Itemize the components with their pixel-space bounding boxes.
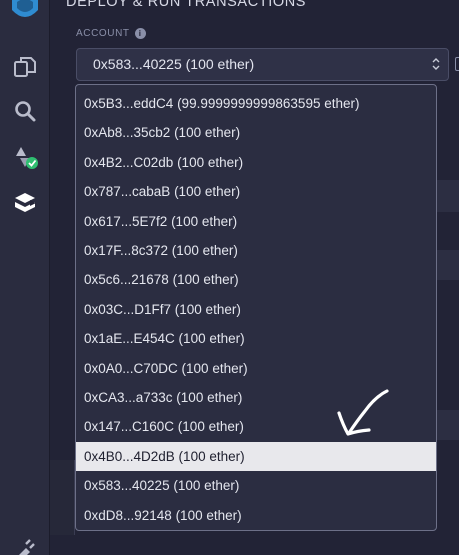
copy-account-icon[interactable] — [455, 57, 459, 71]
background-block — [436, 180, 459, 212]
file-explorer-icon[interactable] — [12, 54, 38, 80]
account-option[interactable]: 0x5c6...21678 (100 ether) — [76, 265, 436, 294]
account-select[interactable]: 0x583...40225 (100 ether) — [76, 48, 449, 81]
background-block — [436, 250, 459, 280]
background-block — [50, 460, 75, 535]
account-option[interactable]: 0x4B0...4D2dB (100 ether) — [76, 441, 436, 471]
solidity-compiler-icon[interactable] — [12, 144, 38, 170]
account-option[interactable]: 0x617...5E7f2 (100 ether) — [76, 207, 436, 236]
select-arrows-icon — [432, 58, 440, 70]
account-option[interactable]: 0x0A0...C70DC (100 ether) — [76, 354, 436, 383]
icon-rail — [0, 0, 50, 555]
account-option[interactable]: 0x5B3...eddC4 (99.9999999999863595 ether… — [76, 89, 436, 118]
search-icon[interactable] — [12, 98, 38, 124]
account-option[interactable]: 0xAb8...35cb2 (100 ether) — [76, 118, 436, 147]
account-label-row: ACCOUNT i — [76, 28, 146, 39]
info-icon[interactable]: i — [134, 28, 146, 39]
remix-logo-icon[interactable] — [8, 0, 42, 22]
account-select-value: 0x583...40225 (100 ether) — [93, 56, 255, 72]
account-option[interactable]: 0xdD8...92148 (100 ether) — [76, 501, 436, 530]
annotation-arrow-icon — [337, 389, 389, 436]
deploy-run-icon[interactable] — [12, 190, 38, 216]
panel-title: DEPLOY & RUN TRANSACTIONS — [66, 0, 307, 10]
account-option[interactable]: 0x17F...8c372 (100 ether) — [76, 236, 436, 265]
plugin-icon[interactable] — [12, 536, 38, 555]
account-option[interactable]: 0x03C...D1Ff7 (100 ether) — [76, 295, 436, 324]
account-option[interactable]: 0x787...cabaB (100 ether) — [76, 177, 436, 206]
account-dropdown-list[interactable]: 0x5B3...eddC4 (99.9999999999863595 ether… — [75, 84, 437, 531]
account-option[interactable]: 0x1aE...E454C (100 ether) — [76, 324, 436, 353]
account-option[interactable]: 0x4B2...C02db (100 ether) — [76, 148, 436, 177]
account-label: ACCOUNT — [76, 28, 130, 39]
account-option[interactable]: 0x583...40225 (100 ether) — [76, 471, 436, 500]
background-block — [436, 410, 459, 440]
